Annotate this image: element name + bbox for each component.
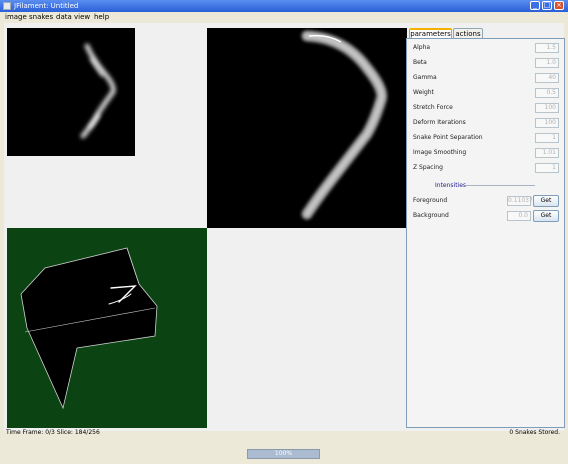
param-label: Stretch Force bbox=[413, 104, 453, 111]
progress-bar: 100% bbox=[247, 449, 320, 459]
param-row-snake-point-separation: Snake Point Separation 1 bbox=[413, 133, 559, 144]
param-row-beta: Beta 1.0 bbox=[413, 58, 559, 69]
param-label: Image Smoothing bbox=[413, 149, 467, 156]
maximize-button[interactable]: □ bbox=[542, 1, 552, 10]
weight-field[interactable]: 0.5 bbox=[535, 88, 559, 98]
param-label: Snake Point Separation bbox=[413, 134, 483, 141]
image-smoothing-field[interactable]: 1.01 bbox=[535, 148, 559, 158]
stretch-force-field[interactable]: 100 bbox=[535, 103, 559, 113]
param-label: Alpha bbox=[413, 44, 431, 51]
deform-iterations-field[interactable]: 100 bbox=[535, 118, 559, 128]
param-row-weight: Weight 0.5 bbox=[413, 88, 559, 99]
menu-help[interactable]: help bbox=[94, 13, 109, 22]
alpha-field[interactable]: 1.5 bbox=[535, 43, 559, 53]
param-row-gamma: Gamma 40 bbox=[413, 73, 559, 84]
get-foreground-button[interactable]: Get bbox=[533, 195, 559, 207]
param-label: Weight bbox=[413, 89, 434, 96]
param-row-alpha: Alpha 1.5 bbox=[413, 43, 559, 54]
menu-snakes[interactable]: snakes bbox=[29, 13, 53, 22]
time-frame-status: Time Frame: 0/3 Slice: 184/256 bbox=[6, 429, 100, 436]
close-button[interactable]: × bbox=[554, 1, 564, 10]
z-spacing-field[interactable]: 1 bbox=[535, 163, 559, 173]
param-label: Z Spacing bbox=[413, 164, 443, 171]
intensities-heading: Intensities bbox=[435, 182, 467, 189]
param-row-stretch-force: Stretch Force 100 bbox=[413, 103, 559, 114]
gamma-field[interactable]: 40 bbox=[535, 73, 559, 83]
param-label: Beta bbox=[413, 59, 427, 66]
param-label: Gamma bbox=[413, 74, 437, 81]
menu-data[interactable]: data bbox=[56, 13, 72, 22]
background-label: Background bbox=[413, 212, 449, 219]
volume-3d-view[interactable] bbox=[7, 228, 207, 428]
foreground-field[interactable]: 0.11037 bbox=[507, 196, 533, 206]
param-label: Deform Iterations bbox=[413, 119, 466, 126]
slice-thumbnail-view[interactable] bbox=[7, 28, 135, 156]
param-row-deform-iterations: Deform Iterations 100 bbox=[413, 118, 559, 129]
title-bar: JFilament: Untitled _ □ × bbox=[0, 0, 568, 12]
menu-bar: image snakes data view help bbox=[0, 12, 568, 23]
background-field[interactable]: 0.0 bbox=[507, 211, 531, 221]
param-row-z-spacing: Z Spacing 1 bbox=[413, 163, 559, 174]
menu-view[interactable]: view bbox=[74, 13, 90, 22]
beta-field[interactable]: 1.0 bbox=[535, 58, 559, 68]
foreground-label: Foreground bbox=[413, 197, 448, 204]
get-background-button[interactable]: Get bbox=[533, 210, 559, 222]
window-title: JFilament: Untitled bbox=[14, 2, 79, 10]
background-row: Background 0.0 Get bbox=[413, 210, 559, 222]
foreground-row: Foreground 0.11037 Get bbox=[413, 195, 559, 207]
intensities-divider bbox=[465, 185, 535, 186]
progress-text: 100% bbox=[274, 450, 293, 457]
snake-point-separation-field[interactable]: 1 bbox=[535, 133, 559, 143]
app-icon bbox=[3, 2, 11, 10]
menu-image[interactable]: image bbox=[5, 13, 27, 22]
parameters-panel: Alpha 1.5 Beta 1.0 Gamma 40 Weight 0.5 S… bbox=[406, 38, 565, 428]
snakes-stored-status: 0 Snakes Stored. bbox=[509, 429, 560, 436]
param-row-image-smoothing: Image Smoothing 1.01 bbox=[413, 148, 559, 159]
minimize-button[interactable]: _ bbox=[530, 1, 540, 10]
main-image-view[interactable] bbox=[207, 28, 407, 228]
